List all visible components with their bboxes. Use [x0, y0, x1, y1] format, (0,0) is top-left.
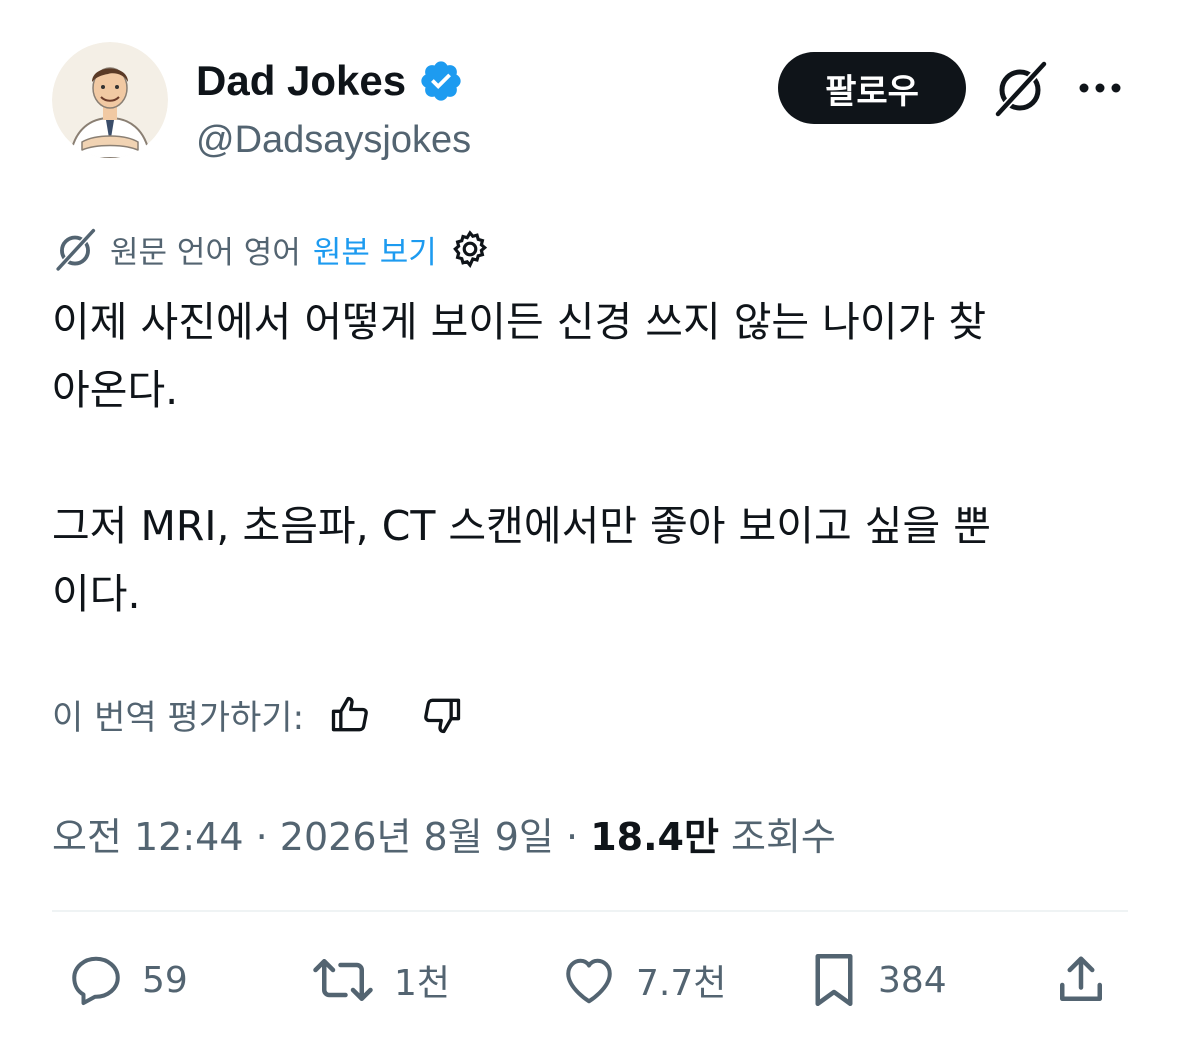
thumbs-up-icon[interactable]	[328, 693, 372, 737]
display-name[interactable]: Dad Jokes	[196, 56, 406, 106]
meta-separator: ·	[566, 815, 579, 859]
bookmark-icon	[806, 950, 862, 1010]
divider	[52, 910, 1128, 912]
view-original-link[interactable]: 원본 보기	[313, 227, 437, 272]
bookmark-button[interactable]: 384	[806, 950, 947, 1010]
gear-icon[interactable]	[449, 228, 491, 270]
grok-icon[interactable]	[990, 58, 1050, 118]
like-count: 7.7천	[636, 963, 727, 1004]
like-button[interactable]: 7.7천	[558, 950, 726, 1010]
account-handle[interactable]: @Dadsaysjokes	[196, 116, 471, 164]
share-button[interactable]	[1050, 950, 1112, 1010]
reply-count: 59	[142, 959, 188, 1001]
meta-separator: ·	[255, 815, 268, 859]
rate-translation-label: 이 번역 평가하기:	[52, 698, 305, 738]
bookmark-count: 384	[878, 959, 947, 1001]
reply-icon	[66, 950, 126, 1010]
thumbs-down-icon[interactable]	[420, 693, 464, 737]
share-icon	[1050, 950, 1112, 1010]
views-count: 18.4만	[590, 815, 719, 859]
rate-translation: 이 번역 평가하기:	[52, 690, 464, 739]
avatar[interactable]	[52, 42, 168, 158]
tweet-date[interactable]: 2026년 8월 9일	[280, 815, 554, 859]
tweet-time[interactable]: 오전 12:44	[52, 815, 244, 859]
grok-translate-icon	[52, 226, 98, 272]
source-language-text: 원문 언어 영어	[110, 234, 301, 271]
repost-button[interactable]: 1천	[308, 950, 450, 1010]
repost-count: 1천	[394, 963, 451, 1004]
verified-badge-icon	[418, 58, 464, 104]
tweet-text: 이제 사진에서 어떻게 보이든 신경 쓰지 않는 나이가 찾 아온다. 그저 M…	[52, 298, 991, 618]
follow-button[interactable]: 팔로우	[778, 52, 966, 124]
views-label: 조회수	[731, 815, 836, 859]
account-name-row[interactable]: Dad Jokes	[196, 56, 464, 106]
repost-icon	[308, 950, 378, 1010]
heart-icon	[558, 950, 620, 1010]
tweet-meta: 오전 12:44 · 2026년 8월 9일 · 18.4만 조회수	[52, 806, 836, 861]
reply-button[interactable]: 59	[66, 950, 188, 1010]
more-options-icon[interactable]	[1076, 74, 1124, 102]
translation-bar: 원문 언어 영어 원본 보기	[52, 226, 491, 272]
